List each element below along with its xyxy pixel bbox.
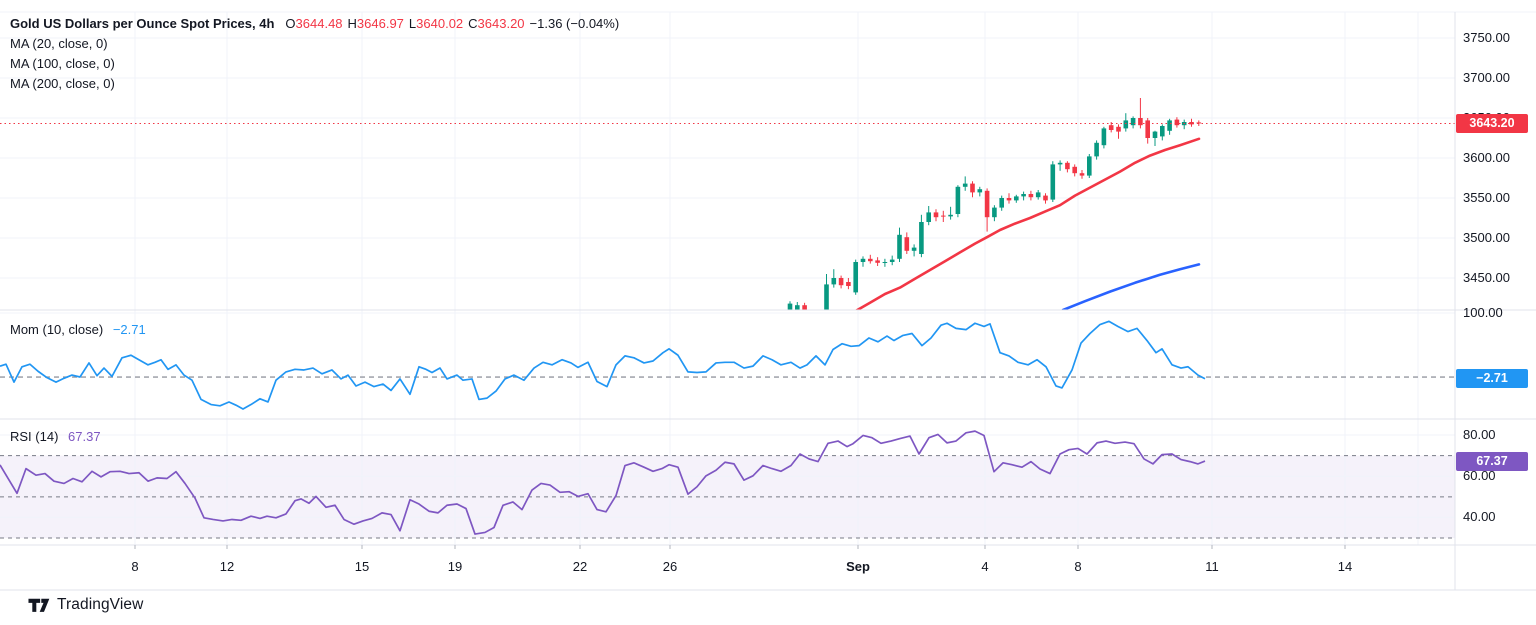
ma-200-legend: MA (200, close, 0) xyxy=(10,74,619,94)
tradingview-wordmark: TradingView xyxy=(57,596,143,614)
momentum-value: −2.71 xyxy=(113,322,146,337)
candlestick-series xyxy=(788,98,1201,323)
change-value: −1.36 (−0.04%) xyxy=(530,16,620,31)
tradingview-chart[interactable]: 3750.003700.003650.003600.003550.003500.… xyxy=(0,0,1536,625)
ma-overlays xyxy=(856,139,1199,311)
ma-20-legend: MA (20, close, 0) xyxy=(10,34,619,54)
close-value: 3643.20 xyxy=(478,16,525,31)
footer: TradingView xyxy=(28,593,143,617)
momentum-label: Mom (10, close) xyxy=(10,322,103,337)
ma-100-legend: MA (100, close, 0) xyxy=(10,54,619,74)
momentum-legend: Mom (10, close) −2.71 xyxy=(10,322,146,337)
high-label: H xyxy=(348,16,357,31)
open-label: O xyxy=(285,16,295,31)
symbol-legend: Gold US Dollars per Ounce Spot Prices, 4… xyxy=(10,14,619,94)
rsi-value: 67.37 xyxy=(68,429,101,444)
low-value: 3640.02 xyxy=(416,16,463,31)
rsi-label: RSI (14) xyxy=(10,429,58,444)
high-value: 3646.97 xyxy=(357,16,404,31)
momentum-line xyxy=(0,321,1205,409)
rsi-legend: RSI (14) 67.37 xyxy=(10,429,101,444)
symbol-title-row: Gold US Dollars per Ounce Spot Prices, 4… xyxy=(10,14,619,34)
close-label: C xyxy=(468,16,477,31)
open-value: 3644.48 xyxy=(296,16,343,31)
tradingview-icon xyxy=(28,596,50,615)
tradingview-logo[interactable]: TradingView xyxy=(28,596,143,615)
symbol-title: Gold US Dollars per Ounce Spot Prices, 4… xyxy=(10,16,274,31)
